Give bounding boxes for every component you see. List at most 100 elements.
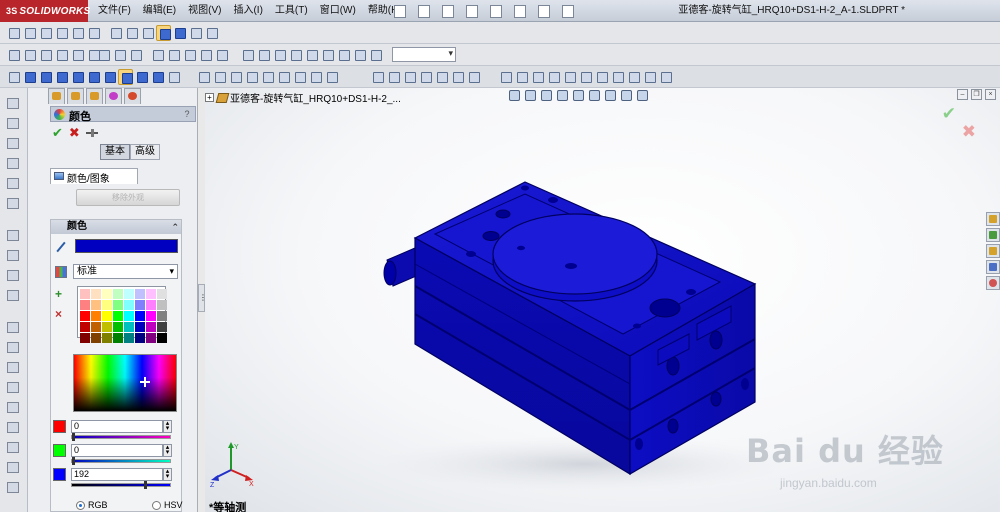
menu-window[interactable]: 窗口(W) <box>314 0 362 22</box>
color-swatch[interactable] <box>102 311 112 321</box>
sketch-10-icon[interactable] <box>642 69 657 85</box>
feature-4-icon[interactable] <box>244 69 259 85</box>
trim-icon[interactable] <box>5 228 21 242</box>
rebuild-icon-2[interactable] <box>112 47 127 63</box>
color-swatch[interactable] <box>102 289 112 299</box>
edit-appearance-icon[interactable] <box>620 88 632 102</box>
color-swatch[interactable] <box>91 311 101 321</box>
tool-e-icon[interactable] <box>214 47 229 63</box>
feature-12-icon[interactable] <box>402 69 417 85</box>
color-swatch[interactable] <box>124 311 134 321</box>
normal-to-icon[interactable] <box>166 69 181 85</box>
display-style-icon[interactable] <box>588 88 600 102</box>
menu-tools[interactable]: 工具(T) <box>269 0 314 22</box>
rebuild-icon[interactable] <box>534 3 556 19</box>
green-input[interactable]: 0 <box>71 444 163 457</box>
feature-tree-root[interactable]: + 亚德客-旋转气缸_HRQ10+DS1-H-2_... <box>205 90 401 105</box>
color-swatch[interactable] <box>80 322 90 332</box>
remove-swatch-icon[interactable] <box>55 307 68 321</box>
green-slider-thumb[interactable] <box>72 457 75 465</box>
tool-a-icon[interactable] <box>150 47 165 63</box>
sketch-5-icon[interactable] <box>562 69 577 85</box>
wrap-icon[interactable] <box>5 480 21 494</box>
view-front-icon[interactable] <box>22 69 37 85</box>
color-swatch[interactable] <box>113 300 123 310</box>
spline-icon[interactable] <box>5 196 21 210</box>
menu-insert[interactable]: 插入(I) <box>227 0 268 22</box>
red-input[interactable]: 0 <box>71 420 163 433</box>
color-swatch[interactable] <box>157 311 167 321</box>
color-swatch[interactable] <box>135 289 145 299</box>
tool-k-icon[interactable] <box>320 47 335 63</box>
options-icon[interactable] <box>558 3 580 19</box>
view-right-icon[interactable] <box>70 69 85 85</box>
view-trimetric-icon[interactable] <box>134 69 149 85</box>
confirm-ok-icon[interactable]: ✔ <box>942 104 956 124</box>
blue-spinner-icon[interactable]: ▴ ▾ <box>163 468 172 481</box>
shell-icon[interactable] <box>5 400 21 414</box>
mirror-icon[interactable] <box>5 248 21 262</box>
tool-f-icon[interactable] <box>240 47 255 63</box>
shadows-icon[interactable] <box>188 25 203 41</box>
panel-collapse-handle[interactable]: ⋮ <box>198 284 207 312</box>
zoom-area-icon[interactable] <box>38 25 53 41</box>
color-swatch[interactable] <box>124 300 134 310</box>
tool-j-icon[interactable] <box>304 47 319 63</box>
sketch-6-icon[interactable] <box>578 69 593 85</box>
sketch-9-icon[interactable] <box>626 69 641 85</box>
perspective-icon[interactable] <box>204 25 219 41</box>
graphics-area[interactable]: + 亚德客-旋转气缸_HRQ10+DS1-H-2_... – ❐ × ✔ ✖ Y… <box>205 88 1000 512</box>
color-swatch[interactable] <box>102 333 112 343</box>
menu-edit[interactable]: 编辑(E) <box>137 0 182 22</box>
help-icon[interactable]: ? <box>181 108 193 120</box>
color-swatch[interactable] <box>91 333 101 343</box>
feature-3-icon[interactable] <box>228 69 243 85</box>
open-document-icon[interactable] <box>414 3 436 19</box>
pan-icon[interactable] <box>86 25 101 41</box>
tab-advanced[interactable]: 高级 <box>130 144 160 160</box>
expand-icon[interactable]: + <box>205 92 214 102</box>
tool-n-icon[interactable] <box>368 47 383 63</box>
minimize-icon[interactable]: – <box>957 89 968 100</box>
color-swatch[interactable] <box>124 333 134 343</box>
pushpin-icon[interactable] <box>85 128 98 138</box>
line-icon[interactable] <box>5 116 21 130</box>
color-swatch[interactable] <box>146 289 156 299</box>
pattern-icon[interactable] <box>5 288 21 302</box>
sketch-4-icon[interactable] <box>546 69 561 85</box>
save-icon[interactable] <box>438 3 460 19</box>
property-manager-tab-icon[interactable] <box>67 88 84 104</box>
resources-icon[interactable] <box>986 228 1000 242</box>
color-swatch[interactable] <box>146 300 156 310</box>
color-swatch[interactable] <box>91 322 101 332</box>
cylinder-model[interactable] <box>375 174 780 494</box>
sketch-2-icon[interactable] <box>514 69 529 85</box>
zoom-in-out-icon[interactable] <box>54 25 69 41</box>
select-icon[interactable] <box>6 25 21 41</box>
tool-c-icon[interactable] <box>182 47 197 63</box>
draft-icon[interactable] <box>5 440 21 454</box>
color-swatch[interactable] <box>113 322 123 332</box>
red-slider-thumb[interactable] <box>72 433 75 441</box>
color-swatch[interactable] <box>157 333 167 343</box>
print-icon-2[interactable] <box>54 47 69 63</box>
appearances-icon[interactable] <box>986 276 1000 290</box>
rectangle-icon[interactable] <box>5 136 21 150</box>
remove-appearance-button[interactable]: 移除外观 <box>76 189 180 206</box>
menu-view[interactable]: 视图(V) <box>182 0 227 22</box>
view-orientation-icon[interactable] <box>572 88 584 102</box>
wireframe-icon[interactable] <box>108 25 123 41</box>
view-left-icon[interactable] <box>54 69 69 85</box>
feature-6-icon[interactable] <box>276 69 291 85</box>
relation-icon[interactable] <box>5 340 21 354</box>
restore-icon[interactable]: ❐ <box>971 89 982 100</box>
red-spinner-icon[interactable]: ▴ ▾ <box>163 420 172 433</box>
file-explorer-icon[interactable] <box>986 260 1000 274</box>
zoom-fit-icon[interactable] <box>22 25 37 41</box>
color-swatch[interactable] <box>124 322 134 332</box>
green-spinner-icon[interactable]: ▴ ▾ <box>163 444 172 457</box>
feature-7-icon[interactable] <box>292 69 307 85</box>
feature-8-icon[interactable] <box>308 69 323 85</box>
configuration-manager-tab-icon[interactable] <box>86 88 103 104</box>
rib-icon[interactable] <box>5 420 21 434</box>
